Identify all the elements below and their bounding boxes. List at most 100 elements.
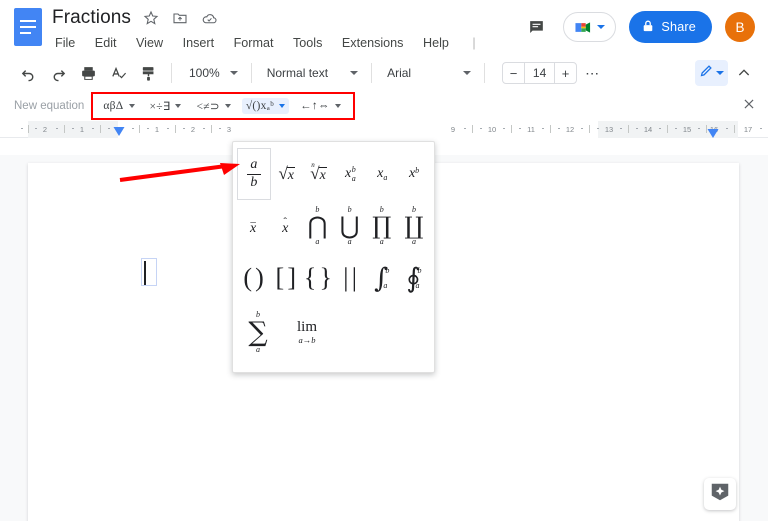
share-button[interactable]: Share: [629, 11, 712, 43]
math-operators-button[interactable]: √()xₐᵇ: [241, 98, 290, 114]
indent-marker-icon[interactable]: [113, 123, 125, 136]
spell-check-icon[interactable]: [104, 59, 132, 87]
greek-letters-icon: αβΔ: [103, 100, 124, 112]
chevron-down-icon[interactable]: [350, 71, 359, 75]
paragraph-style-selector[interactable]: Normal text: [261, 66, 362, 80]
zoom-selector[interactable]: 100%: [181, 66, 242, 80]
math-operators-icon: √()xₐᵇ: [245, 100, 275, 112]
nth-root-button[interactable]: n √ x: [303, 148, 335, 200]
superscript-subscript-glyph: x b a: [345, 165, 356, 183]
product-with-limits-button[interactable]: b ∏ a: [366, 200, 398, 252]
ruler-dot: [597, 127, 599, 129]
math-operations-button[interactable]: ×÷∃: [146, 97, 186, 115]
limit-button[interactable]: lim a→b: [279, 304, 335, 360]
lower-limit: a: [347, 237, 352, 246]
google-meet-button[interactable]: [563, 12, 617, 42]
menu-item-file[interactable]: File: [53, 35, 77, 51]
limit-label: lim: [296, 319, 317, 336]
star-icon[interactable]: [142, 9, 160, 27]
limit-glyph: lim a→b: [297, 319, 317, 345]
lower-limit: a: [315, 237, 320, 246]
math-operators-dropdown[interactable]: a b √ x n √ x x b a x a x b – x ˆ x b ⋂ …: [232, 141, 435, 373]
print-icon[interactable]: [74, 59, 102, 87]
absolute-value-bars-button[interactable]: | |: [334, 252, 366, 304]
menu-item-edit[interactable]: Edit: [93, 35, 119, 51]
move-to-folder-icon[interactable]: [171, 9, 189, 27]
menu-item-tools[interactable]: Tools: [291, 35, 324, 51]
chevron-down-icon[interactable]: [229, 71, 238, 75]
ruler-label: 15: [682, 124, 692, 134]
chevron-down-icon[interactable]: [224, 104, 231, 108]
superscript-value: b: [351, 164, 356, 174]
square-root-button[interactable]: √ x: [271, 148, 303, 200]
overline-bar-button[interactable]: – x: [237, 200, 269, 252]
superscript-button[interactable]: x b: [398, 148, 430, 200]
ruler-dot: [21, 127, 23, 129]
font-size-stepper[interactable]: − 14 +: [502, 62, 578, 84]
menu-item-help[interactable]: Help: [421, 35, 451, 51]
square-brackets-glyph: [ ]: [275, 263, 296, 292]
hat-accent-button[interactable]: ˆ x: [269, 200, 301, 252]
chevron-down-icon[interactable]: [128, 104, 135, 108]
base-variable: x: [282, 220, 289, 236]
ruler[interactable]: 2 1 1 2 3 9 10 11 12 13 14 15 17: [0, 120, 768, 138]
union-with-limits-button[interactable]: b ⋃ a: [334, 200, 366, 252]
close-icon[interactable]: [742, 97, 756, 114]
chevron-down-icon[interactable]: [463, 71, 472, 75]
integral-with-limits-button[interactable]: ∫ b a: [366, 252, 398, 304]
more-options-button[interactable]: ⋯: [579, 65, 606, 82]
menu-item-format[interactable]: Format: [232, 35, 276, 51]
greek-letters-button[interactable]: αβΔ: [99, 98, 138, 114]
zoom-value: 100%: [189, 66, 220, 80]
contour-integral-with-limits-button[interactable]: ∮ b a: [398, 252, 430, 304]
tab-marker-icon[interactable]: [707, 125, 719, 138]
upper-limit: b: [385, 265, 390, 275]
arrows-button[interactable]: ←↑⇔: [296, 98, 345, 114]
cloud-saved-icon[interactable]: [200, 9, 218, 27]
square-brackets-button[interactable]: [ ]: [269, 252, 301, 304]
font-selector[interactable]: Arial: [381, 66, 475, 80]
summation-symbol: ∑: [248, 316, 268, 348]
chevron-down-icon[interactable]: [334, 104, 341, 108]
toolbar-divider: [250, 63, 252, 83]
google-docs-logo[interactable]: [14, 8, 42, 46]
ruler-bar: [667, 124, 668, 133]
font-size-increase-button[interactable]: +: [555, 63, 576, 83]
ruler-dot: [760, 127, 762, 129]
menu-item-insert[interactable]: Insert: [181, 35, 217, 51]
editing-mode-button[interactable]: [695, 60, 728, 86]
summation-with-limits-button[interactable]: b ∑ a: [237, 304, 279, 360]
radicand: x: [318, 167, 327, 183]
subscript-button[interactable]: x a: [366, 148, 398, 200]
curly-braces-button[interactable]: { }: [301, 252, 333, 304]
chevron-down-icon[interactable]: [175, 104, 182, 108]
ruler-track[interactable]: 2 1 1 2 3 9 10 11 12 13 14 15 17: [0, 120, 768, 138]
avatar[interactable]: B: [725, 12, 755, 42]
menu-item-extensions[interactable]: Extensions: [340, 35, 406, 51]
coproduct-with-limits-button[interactable]: b ∐ a: [398, 200, 430, 252]
equation-input-box[interactable]: [141, 258, 157, 286]
comment-history-icon[interactable]: [522, 13, 550, 41]
chevron-down-icon[interactable]: [597, 25, 606, 29]
font-size-input[interactable]: 14: [524, 63, 556, 83]
explore-button[interactable]: [704, 478, 736, 510]
ruler-dot: [219, 127, 221, 129]
undo-icon[interactable]: [14, 59, 42, 87]
chevron-down-icon[interactable]: [716, 71, 724, 75]
intersection-with-limits-button[interactable]: b ⋂ a: [301, 200, 333, 252]
chevron-down-icon[interactable]: [279, 104, 286, 108]
math-panel-row: ( ) [ ] { } | | ∫ b a ∮ b a: [237, 252, 430, 304]
parentheses-button[interactable]: ( ): [237, 252, 269, 304]
page-title[interactable]: Fractions: [52, 7, 131, 29]
redo-icon[interactable]: [44, 59, 72, 87]
ruler-margin-left: [28, 120, 118, 138]
paint-format-icon[interactable]: [134, 59, 162, 87]
menu-item-view[interactable]: View: [134, 35, 165, 51]
pencil-icon[interactable]: [699, 63, 714, 83]
font-value: Arial: [387, 66, 412, 80]
relations-button[interactable]: <≠⊃: [192, 97, 234, 115]
font-size-decrease-button[interactable]: −: [503, 63, 524, 83]
chevron-up-icon[interactable]: [730, 59, 758, 87]
menu-overflow: |: [472, 36, 476, 50]
superscript-subscript-button[interactable]: x b a: [334, 148, 366, 200]
